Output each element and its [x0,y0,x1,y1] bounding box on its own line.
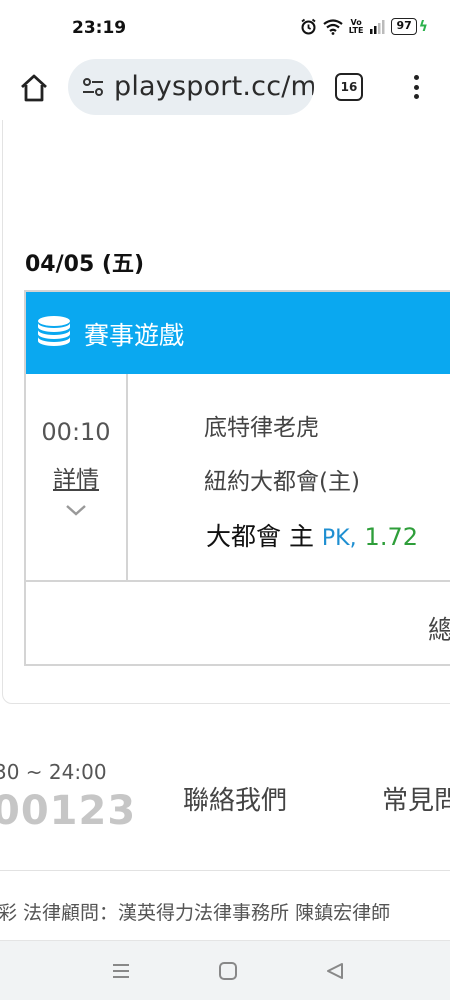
url-text: playsport.cc/m [114,71,314,102]
browser-toolbar: playsport.cc/m 16 [0,56,450,120]
total-label: 總 [428,616,450,646]
match-time-cell: 00:10 詳情 [26,374,128,580]
faq-link[interactable]: 常見問 [382,780,450,817]
total-row: 總 [26,580,450,666]
more-vert-icon[interactable] [406,72,426,102]
status-time: 23:19 [72,18,127,38]
system-nav-bar [0,940,450,1000]
contact-us-link[interactable]: 聯絡我們 [183,780,287,817]
home-circle-icon[interactable] [215,959,241,983]
status-icons: Vo LTE 97 ϟ [300,18,428,35]
address-bar[interactable]: playsport.cc/m [68,59,314,115]
recents-icon[interactable] [108,959,134,983]
status-bar: 23:19 Vo LTE 97 ϟ [0,0,450,56]
game-section-header: 賽事遊戲 [26,292,450,374]
alarm-icon [301,18,316,35]
game-table: 賽事遊戲 00:10 詳情 底特律老虎 紐約大都會(主) 大都會 主 PK, 1… [24,290,450,666]
wifi-icon [323,18,343,35]
footer-divider [0,870,450,871]
back-icon[interactable] [322,959,348,983]
match-pick: 大都會 主 PK, 1.72 [206,517,418,553]
match-detail-link[interactable]: 詳情 [26,460,126,494]
coins-stack-icon [38,316,70,346]
service-phone: 00123 [0,788,137,834]
battery-icon: 97 ϟ [391,18,428,35]
home-icon[interactable] [18,72,50,104]
match-teams-cell: 底特律老虎 紐約大都會(主) 大都會 主 PK, 1.72 [130,374,450,580]
volte-icon: Vo LTE [348,17,364,35]
game-section-title: 賽事遊戲 [84,321,185,350]
pick-type: PK, [321,526,357,551]
battery-level: 97 [391,18,417,35]
pick-team: 大都會 主 [206,522,314,551]
tabs-icon[interactable]: 16 [335,73,363,101]
site-settings-icon[interactable] [82,77,104,97]
schedule-date: 04/05 (五) [25,252,145,277]
service-hours: 30 ~ 24:00 [0,760,107,784]
legal-advisor-text: 彩 法律顧問：漢英得力法律事務所 陳鎮宏律師 [0,902,391,924]
away-team[interactable]: 底特律老虎 [204,408,319,442]
home-team[interactable]: 紐約大都會(主) [204,462,360,496]
match-time: 00:10 [41,418,111,446]
signal-icon [370,19,385,34]
pick-odds: 1.72 [364,523,418,551]
page-content: 04/05 (五) 賽事遊戲 00:10 詳情 底特律老虎 紐約大都會(主) 大… [0,120,450,940]
charging-icon: ϟ [418,18,428,35]
chevron-down-icon[interactable] [64,502,88,518]
